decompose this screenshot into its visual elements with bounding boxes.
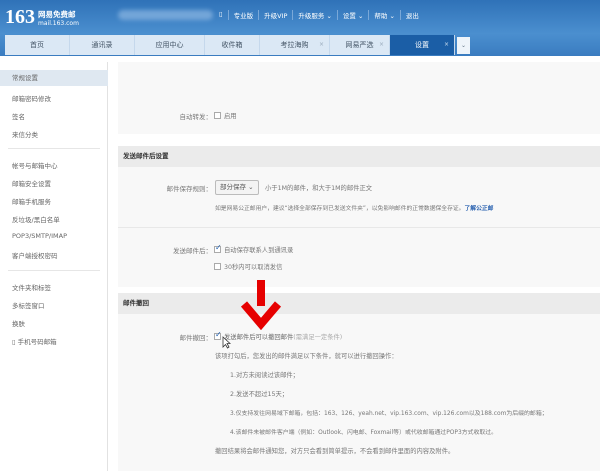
sidebar-item-client-password[interactable]: 客户端授权密码 [12,250,58,260]
recall-condition: 4.该邮件未被邮件客户端（例如：Outlook、闪电邮、Foxmail等）或代收… [230,430,498,436]
checkbox-label: 30秒内可以取消发信 [224,264,283,271]
divider [118,227,600,228]
forward-panel [118,62,600,134]
checkbox[interactable] [214,262,221,270]
recall-footer: 撤回结果将会邮件通知您，对方只会看到简单提示，不会看到邮件里面的内容及附件。 [215,448,455,455]
undo-send-checkbox[interactable]: 30秒内可以取消发信 [214,262,282,271]
nav-vip[interactable]: 升级VIP [259,10,294,20]
sidebar-item-filters[interactable]: 来信分类 [12,129,38,139]
tab-label: 设置 [415,41,429,49]
learn-notary-mail-link[interactable]: 了解公正邮 [464,206,493,212]
auto-save-contacts-checkbox[interactable]: 自动保存联系人到通讯录 [214,243,294,254]
logo-domain: mail.163.com [38,20,79,27]
tab-label: 网易严选 [345,41,374,49]
sidebar-item-phone-mail[interactable]: ▯ 手机号码邮箱 [12,336,57,346]
nav-help[interactable]: 帮助 ⌄ [369,10,401,20]
nav-upgrade[interactable]: 升级服务 ⌄ [293,10,338,20]
sidebar-item-security[interactable]: 邮箱安全设置 [12,178,51,188]
sidebar-item-label: 手机号码邮箱 [17,338,57,346]
tab-bar: 首页 通讯录 应用中心 收件箱 考拉海购 × 网易严选 × 设置 × [5,35,455,55]
red-arrow-annotation [240,280,282,330]
settings-sidebar: 常规设置 邮箱密码修改 签名 来信分类 帐号与邮箱中心 邮箱安全设置 邮箱手机服… [0,62,108,471]
recall-label: 邮件撤回： [179,334,213,342]
arrow-shaft [257,280,265,306]
checkbox[interactable] [214,243,222,253]
tab-label: 收件箱 [221,41,243,49]
save-rule-label: 邮件保存规则： [166,185,213,193]
auto-forward-label: 自动转发： [179,113,213,121]
nav-settings[interactable]: 设置 ⌄ [338,10,370,20]
sidebar-item-pop3[interactable]: POP3/SMTP/IMAP [12,232,67,240]
mouse-cursor-icon [222,336,231,349]
arrow-head [240,301,282,330]
tab-kaola[interactable]: 考拉海购 × [260,35,330,55]
close-icon[interactable]: × [319,35,324,55]
note-text: 如是网易公正邮用户，建议“选择全部保存到已发送文件夹”，以免影响邮件的正常数据保… [215,206,465,212]
tab-label: 通讯录 [91,41,113,49]
recall-condition: 3.仅支持发往网易域下邮箱，包括：163、126、yeah.net、vip.16… [230,411,548,417]
checkbox-label: 发送邮件后可以撤回邮件 [224,334,294,341]
checkbox[interactable] [214,330,222,340]
tab-home[interactable]: 首页 [5,35,70,55]
save-rule-select[interactable]: 部分保存 ⌄ [215,180,259,195]
checkbox[interactable] [214,111,221,119]
auto-forward-checkbox[interactable]: 启用 [214,111,237,120]
sidebar-item-mobile-service[interactable]: 邮箱手机服务 [12,196,51,206]
sidebar-item-folders[interactable]: 文件夹和标签 [12,282,51,292]
phone-icon[interactable]: ▯ [214,10,229,20]
sidebar-item-skin[interactable]: 换肤 [12,318,25,328]
sidebar-item-general[interactable]: 常规设置 [0,70,108,86]
save-rule-description: 小于1M的邮件，和大于1M的邮件正文 [265,185,373,192]
sidebar-item-password[interactable]: 邮箱密码修改 [12,93,51,103]
sidebar-item-antispam[interactable]: 反垃圾/黑白名单 [12,214,60,224]
nav-pro[interactable]: 专业版 [229,10,260,20]
tab-dropdown-chevron-icon[interactable]: ⌄ [457,37,470,54]
tab-contacts[interactable]: 通讯录 [70,35,135,55]
sidebar-item-signature[interactable]: 签名 [12,111,25,121]
tab-inbox[interactable]: 收件箱 [205,35,260,55]
sidebar-item-account-center[interactable]: 帐号与邮箱中心 [12,160,58,170]
divider [8,270,100,271]
after-send-label: 发送邮件后： [173,247,212,255]
top-nav: ▯ 专业版 升级VIP 升级服务 ⌄ 设置 ⌄ 帮助 ⌄ 退出 [214,10,424,20]
settings-content: 自动转发： 启用 发送邮件后设置 邮件保存规则： 部分保存 ⌄ 小于1M的邮件，… [112,62,600,471]
sidebar-item-multi-tab[interactable]: 多标签窗口 [12,300,45,310]
account-name-blurred [118,10,213,20]
divider [8,148,100,149]
top-header: 163 网易免费邮 mail.163.com ▯ 专业版 升级VIP 升级服务 … [0,0,600,56]
close-icon[interactable]: × [444,35,449,55]
tab-apps[interactable]: 应用中心 [135,35,205,55]
logo-title: 网易免费邮 [38,10,76,19]
recall-condition: 2.发送不超过15天； [230,391,289,398]
section-title-after-send: 发送邮件后设置 [118,146,600,167]
recall-intro: 该项打勾后，您发出的邮件满足以下条件，就可以进行撤回操作： [215,353,398,360]
logo-number: 163 [5,6,35,28]
recall-condition: 1.对方未阅读过该邮件； [230,372,299,379]
checkbox-label: 启用 [224,113,237,120]
checkbox-hint: (需满足一定条件) [293,334,343,341]
tab-label: 应用中心 [155,41,184,49]
recall-checkbox[interactable]: 发送邮件后可以撤回邮件(需满足一定条件) [214,330,343,341]
tab-label: 首页 [30,41,44,49]
tab-yanxuan[interactable]: 网易严选 × [330,35,390,55]
close-icon[interactable]: × [379,35,384,55]
tab-label: 考拉海购 [280,41,309,49]
nav-logout[interactable]: 退出 [401,10,424,20]
checkbox-label: 自动保存联系人到通讯录 [224,247,294,254]
section-title-recall: 邮件撤回 [118,293,600,314]
save-rule-note: 如是网易公正邮用户，建议“选择全部保存到已发送文件夹”，以免影响邮件的正常数据保… [215,203,493,212]
tab-settings[interactable]: 设置 × [390,35,455,55]
